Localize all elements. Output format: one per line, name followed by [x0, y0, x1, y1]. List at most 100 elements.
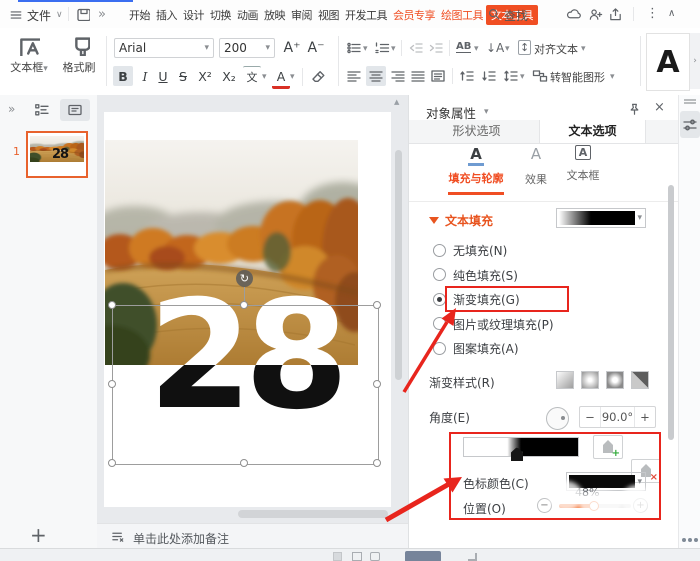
slide-view-button[interactable] — [60, 99, 90, 121]
gradient-style-radial[interactable] — [581, 371, 599, 389]
tab-view[interactable]: 视图 — [315, 7, 342, 23]
radio-gradient-fill[interactable] — [433, 293, 446, 306]
font-color-caret-icon[interactable]: ▾ — [290, 72, 295, 82]
selection-handle-e[interactable] — [373, 380, 381, 388]
insert-textbox-button[interactable]: 文本框▾ — [6, 34, 52, 75]
radio-picture-fill[interactable] — [433, 317, 446, 330]
slide-sorter-icon[interactable] — [370, 552, 380, 561]
gradient-style-diagonal[interactable] — [631, 371, 649, 389]
text-selection-box[interactable] — [112, 305, 379, 465]
selection-handle-w[interactable] — [108, 380, 116, 388]
expand-panel-icon[interactable]: » — [8, 102, 15, 116]
notes-bar[interactable]: 单击此处添加备注 — [97, 523, 408, 548]
phonetic-caret-icon[interactable]: ▾ — [262, 72, 267, 82]
wordart-style-preview[interactable]: A — [646, 33, 690, 91]
gradient-style-linear[interactable] — [556, 371, 574, 389]
more-toolbar-icon[interactable]: » — [98, 7, 106, 22]
align-left-icon[interactable] — [346, 68, 362, 84]
text-direction-caret-icon[interactable]: ▾ — [474, 44, 479, 54]
file-menu[interactable]: 文件 — [27, 7, 51, 24]
smart-graphic-label[interactable]: 转智能图形 — [550, 69, 605, 85]
tab-shape-options[interactable]: 形状选项 — [424, 120, 529, 142]
vertical-text-icon[interactable]: ↓A — [486, 41, 504, 55]
paragraph-spacing-decrease-icon[interactable] — [481, 68, 497, 84]
align-text-caret-icon[interactable]: ▾ — [581, 44, 586, 54]
selection-handle-ne[interactable] — [373, 301, 381, 309]
selection-handle-nw[interactable] — [108, 301, 116, 309]
angle-value[interactable]: 90.0° — [601, 407, 634, 427]
justify-icon[interactable] — [410, 68, 426, 84]
subtab-effects[interactable]: A 效果 — [521, 145, 551, 187]
save-icon[interactable] — [76, 7, 90, 21]
increase-font-button[interactable]: A⁺ — [283, 38, 301, 58]
tab-transition[interactable]: 切换 — [207, 7, 234, 23]
fill-preview-dropdown[interactable]: ▾ — [556, 208, 646, 228]
add-slide-button[interactable]: + — [30, 523, 47, 547]
align-center-button[interactable] — [366, 66, 386, 86]
tab-developer[interactable]: 开发工具 — [342, 7, 390, 23]
file-menu-caret-icon[interactable]: ∨ — [56, 10, 63, 20]
outline-view-icon[interactable] — [34, 102, 50, 118]
distribute-text-icon[interactable] — [430, 68, 446, 84]
subscript-button[interactable]: X₂ — [218, 66, 240, 86]
panel-title-caret-icon[interactable]: ▾ — [484, 107, 489, 117]
phonetic-guide-button[interactable]: 文 — [243, 66, 261, 87]
increase-indent-icon[interactable] — [428, 40, 444, 56]
scroll-up-icon[interactable]: ▲ — [394, 98, 399, 106]
slide-thumbnail[interactable]: 28 — [26, 131, 88, 178]
radio-pattern-fill-label[interactable]: 图案填充(A) — [453, 340, 519, 357]
sidebar-dot[interactable] — [688, 538, 692, 542]
tab-insert[interactable]: 插入 — [153, 7, 180, 23]
rotate-handle-icon[interactable]: ↻ — [236, 270, 253, 287]
collapse-ribbon-icon[interactable]: ∧ — [668, 8, 675, 19]
search-label[interactable]: 查找 — [504, 7, 528, 24]
bold-button[interactable]: B — [113, 66, 133, 86]
menu-icon[interactable] — [9, 8, 23, 22]
radio-no-fill-label[interactable]: 无填充(N) — [453, 242, 507, 259]
sidebar-dot[interactable] — [682, 538, 686, 542]
subtab-textbox[interactable]: A 文本框 — [561, 145, 605, 183]
section-collapse-icon[interactable] — [429, 217, 439, 224]
radio-solid-fill[interactable] — [433, 268, 446, 281]
smart-graphic-icon[interactable] — [532, 68, 548, 84]
selection-handle-s[interactable] — [240, 459, 248, 467]
horizontal-scrollbar[interactable] — [238, 510, 388, 518]
radio-picture-fill-label[interactable]: 图片或纹理填充(P) — [453, 316, 554, 333]
angle-increase-button[interactable]: + — [634, 407, 655, 427]
italic-button[interactable]: I — [136, 66, 154, 86]
normal-view-icon[interactable] — [352, 552, 362, 561]
line-spacing-caret-icon[interactable]: ▾ — [520, 72, 525, 82]
radio-solid-fill-label[interactable]: 纯色填充(S) — [453, 267, 518, 284]
paragraph-spacing-increase-icon[interactable] — [459, 68, 475, 84]
font-color-button[interactable]: A — [272, 66, 290, 89]
add-gradient-stop-button[interactable]: + — [593, 435, 623, 459]
close-panel-icon[interactable]: × — [654, 100, 665, 115]
selection-handle-sw[interactable] — [108, 459, 116, 467]
angle-decrease-button[interactable]: − — [580, 407, 601, 427]
sidebar-dot[interactable] — [694, 538, 698, 542]
radio-no-fill[interactable] — [433, 244, 446, 257]
status-icon[interactable] — [333, 552, 342, 561]
radio-pattern-fill[interactable] — [433, 342, 446, 355]
decrease-indent-icon[interactable] — [408, 40, 424, 56]
properties-sidebar-button[interactable] — [680, 111, 700, 138]
tab-text-options[interactable]: 文本选项 — [539, 120, 646, 143]
decrease-font-button[interactable]: A⁻ — [307, 38, 325, 58]
align-right-icon[interactable] — [390, 68, 406, 84]
numbered-list-caret-icon[interactable]: ▾ — [391, 44, 396, 54]
angle-dial[interactable] — [546, 407, 569, 430]
bullet-list-icon[interactable] — [346, 40, 362, 56]
more-options-icon[interactable]: ⋮ — [646, 6, 659, 21]
tab-drawing-tools[interactable]: 绘图工具 — [438, 7, 486, 23]
subtab-fill-outline[interactable]: A 填充与轮廓 — [448, 145, 504, 186]
tab-design[interactable]: 设计 — [180, 7, 207, 23]
invite-user-icon[interactable] — [588, 7, 603, 22]
sidebar-handle[interactable] — [684, 99, 696, 101]
selection-handle-se[interactable] — [373, 459, 381, 467]
status-glyph[interactable] — [468, 553, 477, 561]
underline-button[interactable]: U — [154, 66, 172, 86]
share-icon[interactable] — [608, 7, 623, 22]
panel-scrollbar[interactable] — [668, 185, 674, 440]
font-size-select[interactable]: 200▾ — [219, 38, 275, 58]
bullet-list-caret-icon[interactable]: ▾ — [363, 44, 368, 54]
